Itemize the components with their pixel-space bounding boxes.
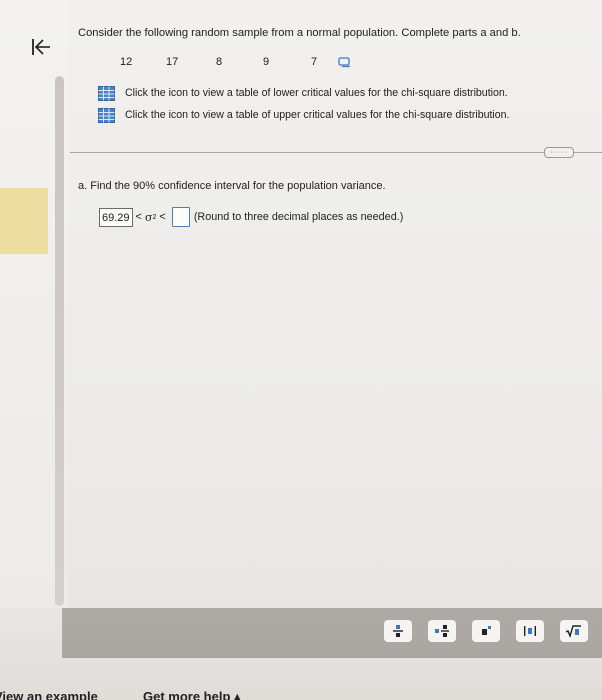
mixed-number-icon	[435, 625, 449, 637]
copy-data-icon[interactable]	[338, 56, 352, 68]
toolbar-left-edge	[0, 608, 62, 658]
sample-values-row: 12 17 8 9 7	[68, 56, 368, 72]
question-prompt: Consider the following random sample fro…	[78, 27, 521, 39]
sample-value: 17	[166, 56, 179, 68]
mixed-number-button[interactable]	[428, 620, 456, 642]
exponent-button[interactable]	[472, 620, 500, 642]
fraction-button[interactable]	[384, 620, 412, 642]
absolute-value-button[interactable]	[516, 620, 544, 642]
screen: Consider the following random sample fro…	[0, 0, 602, 700]
sqrt-icon	[565, 625, 581, 638]
exponent-icon	[482, 626, 491, 635]
square-root-button[interactable]	[560, 620, 588, 642]
rounding-note: (Round to three decimal places as needed…	[193, 211, 404, 223]
scrollbar[interactable]	[55, 76, 64, 606]
upper-critical-values-link[interactable]: Click the icon to view a table of upper …	[98, 106, 510, 124]
answer-row: 69.29 < σ2 < (Round to three decimal pla…	[99, 206, 403, 228]
less-than-symbol: <	[135, 211, 142, 223]
sample-value: 9	[263, 56, 270, 68]
table-icon[interactable]	[98, 85, 115, 101]
sigma-symbol: σ	[144, 210, 153, 224]
fraction-icon	[393, 625, 403, 637]
sample-value: 7	[311, 56, 318, 68]
less-than-symbol: <	[159, 211, 166, 223]
lower-bound-answer: 69.29	[99, 207, 133, 227]
section-divider	[70, 152, 602, 153]
table-icon[interactable]	[98, 107, 115, 123]
back-to-start-icon[interactable]	[30, 36, 52, 58]
upper-critical-values-label[interactable]: Click the icon to view a table of upper …	[125, 109, 510, 121]
question-panel: Consider the following random sample fro…	[68, 0, 602, 700]
upper-bound-input[interactable]	[171, 207, 190, 227]
math-toolbar	[62, 608, 602, 658]
sample-value: 12	[120, 56, 133, 68]
left-accent-bar	[0, 188, 48, 254]
lower-critical-values-label[interactable]: Click the icon to view a table of lower …	[125, 87, 508, 99]
view-example-link[interactable]: View an example	[0, 689, 98, 700]
exponent: 2	[152, 213, 157, 221]
sample-value: 8	[216, 56, 223, 68]
lower-critical-values-link[interactable]: Click the icon to view a table of lower …	[98, 84, 508, 102]
expand-more-button[interactable]: ·····	[544, 147, 574, 158]
part-a-question: a. Find the 90% confidence interval for …	[78, 180, 386, 192]
absolute-value-icon	[524, 626, 536, 636]
get-more-help-link[interactable]: Get more help ▴	[143, 689, 241, 700]
